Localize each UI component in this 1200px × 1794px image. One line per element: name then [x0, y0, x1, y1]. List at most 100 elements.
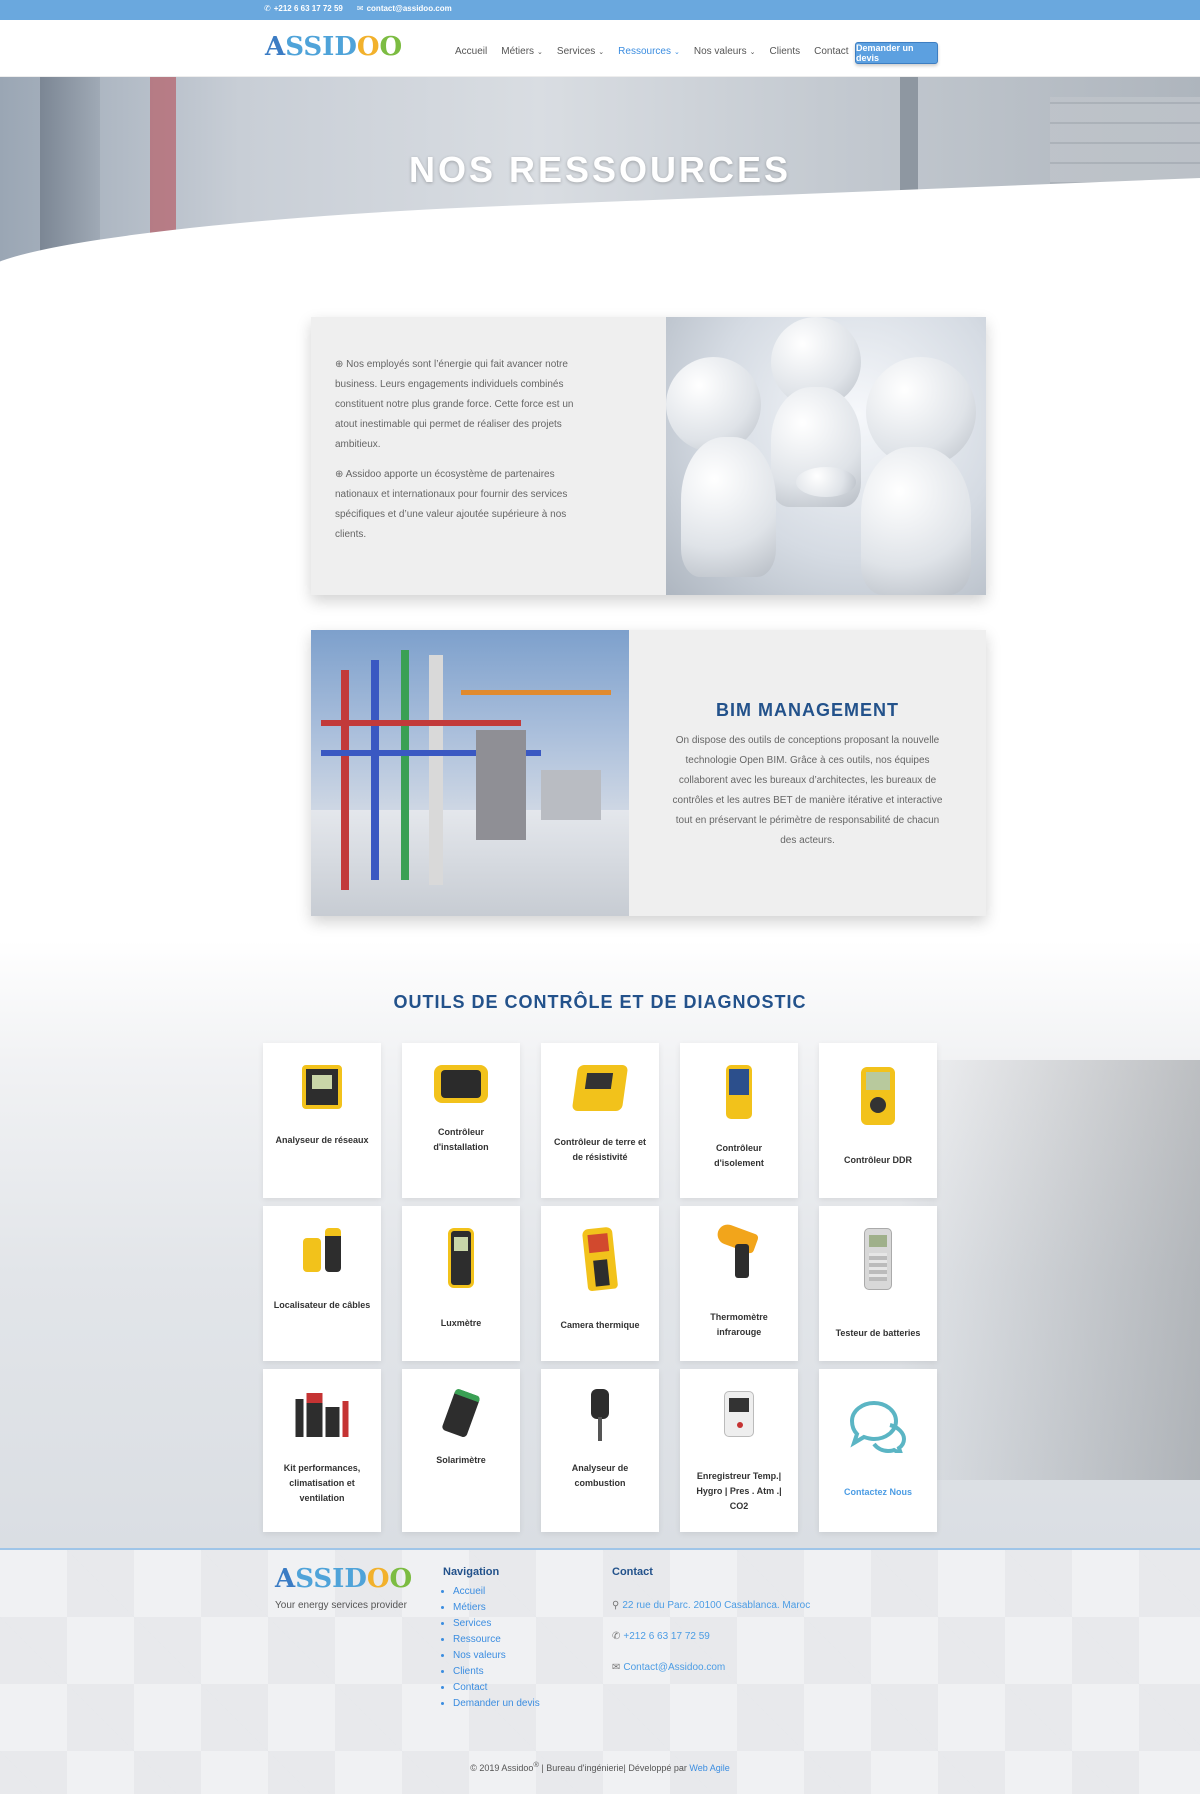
footer-nav-item[interactable]: Ressource: [453, 1632, 540, 1648]
tool-card[interactable]: Kit performances, climatisation et venti…: [263, 1369, 381, 1532]
footer-nav-item[interactable]: Demander un devis: [453, 1696, 540, 1712]
chevron-down-icon: ⌄: [537, 49, 543, 56]
topbar-phone[interactable]: ✆ +212 6 63 17 72 59: [264, 4, 343, 13]
cable-locator-icon: [303, 1228, 341, 1272]
chevron-down-icon: ⌄: [598, 49, 605, 56]
tool-label: Camera thermique: [560, 1320, 640, 1330]
bim-equipment: [541, 770, 601, 820]
envelope-icon: ✉: [356, 4, 364, 13]
tool-card[interactable]: Contrôleur de terre et de résistivité: [541, 1043, 659, 1198]
footer-logo[interactable]: ASSIDOO: [275, 1564, 412, 1594]
tools-title: OUTILS DE CONTRÔLE ET DE DIAGNOSTIC: [393, 992, 807, 1012]
nav-item-ressources[interactable]: Ressources ⌄: [618, 46, 680, 57]
team-paragraph-2: ⊕ Assidoo apporte un écosystème de parte…: [335, 469, 568, 540]
site-footer: ASSIDOO Your energy services provider Na…: [0, 1548, 1200, 1794]
tool-label: Analyseur de combustion: [571, 1463, 629, 1488]
bim-pipe: [321, 720, 521, 726]
site-header: ASSIDOO Accueil Métiers ⌄ Services ⌄ Ressourc…: [0, 20, 1200, 77]
topbar-email[interactable]: ✉ contact@assidoo.com: [357, 4, 452, 13]
tool-card[interactable]: Thermomètre infrarouge: [680, 1206, 798, 1361]
footer-nav-item[interactable]: Métiers: [453, 1600, 540, 1616]
tool-card[interactable]: Analyseur de réseaux: [263, 1043, 381, 1198]
top-bar: ✆ +212 6 63 17 72 59 ✉ contact@assidoo.com: [0, 0, 1200, 20]
team-section: ⊕ Nos employés sont l’énergie qui fait a…: [311, 317, 986, 595]
ir-thermometer-icon: [714, 1221, 761, 1278]
bim-title: BIM MANAGEMENT: [716, 700, 899, 720]
bim-pipe: [401, 650, 409, 880]
team-paragraph-1: ⊕ Nos employés sont l’énergie qui fait a…: [335, 359, 574, 450]
tool-card[interactable]: Testeur de batteries: [819, 1206, 937, 1361]
bim-pipe: [371, 660, 379, 880]
page-title: NOS RESSOURCES: [408, 149, 792, 190]
figure-body: [861, 447, 971, 595]
thermal-camera-icon: [581, 1226, 619, 1292]
tool-card[interactable]: Luxmètre: [402, 1206, 520, 1361]
footer-address: ⚲ 22 rue du Parc. 20100 Casablanca. Maroc: [612, 1600, 811, 1611]
bim-image: [311, 630, 629, 916]
footer-nav-item[interactable]: Nos valeurs: [453, 1648, 540, 1664]
footer-nav-list: AccueilMétiersServicesRessourceNos valeu…: [443, 1584, 540, 1712]
contact-us-card[interactable]: Contactez Nous: [819, 1369, 937, 1532]
tool-label: Contrôleur d'isolement: [714, 1143, 764, 1168]
nav-item-clients[interactable]: Clients: [770, 46, 801, 57]
tool-label: Contrôleur de terre et de résistivité: [553, 1137, 647, 1162]
tools-background-shade: [900, 1060, 1200, 1480]
footer-navigation: Navigation AccueilMétiersServicesRessour…: [443, 1566, 540, 1712]
insulation-tester-icon: [726, 1065, 752, 1119]
footer-nav-item[interactable]: Contact: [453, 1680, 540, 1696]
contact-us-link[interactable]: Contactez Nous: [829, 1485, 927, 1500]
earth-tester-icon: [571, 1065, 629, 1111]
bim-description: On dispose des outils de conceptions pro…: [672, 735, 943, 846]
rcd-tester-icon: [861, 1067, 895, 1125]
chevron-down-icon: ⌄: [673, 49, 680, 56]
nav-item-contact[interactable]: Contact: [814, 46, 848, 57]
figure-body: [681, 437, 776, 577]
solarimeter-icon: [441, 1387, 481, 1439]
combustion-analyzer-icon: [587, 1389, 613, 1441]
tool-card[interactable]: Enregistreur Temp.| Hygro | Pres . Atm .…: [680, 1369, 798, 1532]
tool-card[interactable]: Contrôleur DDR: [819, 1043, 937, 1198]
bim-section: BIM MANAGEMENT On dispose des outils de …: [311, 630, 986, 916]
nav-item-nos-valeurs[interactable]: Nos valeurs ⌄: [694, 46, 756, 57]
battery-tester-icon: [864, 1228, 892, 1290]
tool-card[interactable]: Localisateur de câbles: [263, 1206, 381, 1361]
tool-card[interactable]: Contrôleur d'installation: [402, 1043, 520, 1198]
footer-nav-item[interactable]: Accueil: [453, 1584, 540, 1600]
bim-content: BIM MANAGEMENT On dispose des outils de …: [629, 630, 986, 916]
footer-email[interactable]: ✉ Contact@Assidoo.com: [612, 1662, 810, 1673]
tool-label: Luxmètre: [440, 1318, 482, 1328]
chat-bubbles-icon: [846, 1399, 910, 1459]
envelope-icon: ✉: [612, 1662, 621, 1673]
figure-hands: [796, 467, 856, 497]
developer-link[interactable]: Web Agile: [689, 1763, 729, 1773]
footer-pattern: [0, 1550, 1200, 1794]
footer-tagline: Your energy services provider: [275, 1600, 407, 1611]
luxmeter-icon: [448, 1228, 474, 1288]
footer-contact-title: Contact: [612, 1566, 653, 1578]
footer-phone[interactable]: ✆ +212 6 63 17 72 59: [612, 1631, 810, 1642]
request-quote-button[interactable]: Demander un devis: [855, 42, 938, 64]
nav-item-services[interactable]: Services ⌄: [557, 46, 604, 57]
footer-nav-item[interactable]: Clients: [453, 1664, 540, 1680]
tool-card[interactable]: Camera thermique: [541, 1206, 659, 1361]
tool-card[interactable]: Analyseur de combustion: [541, 1369, 659, 1532]
location-pin-icon: ⚲: [612, 1600, 620, 1611]
nav-item-accueil[interactable]: Accueil: [455, 46, 487, 57]
teamwork-image: [666, 317, 986, 595]
hvac-kit-icon: [295, 1393, 349, 1437]
logo[interactable]: ASSIDOO: [265, 32, 402, 62]
tool-label: Analyseur de réseaux: [275, 1135, 369, 1145]
main-nav: Accueil Métiers ⌄ Services ⌄ Ressources ⌄ Nos v…: [455, 46, 849, 57]
bim-pipe: [461, 690, 611, 695]
tool-label: Thermomètre infrarouge: [710, 1312, 768, 1337]
tool-card[interactable]: Solarimètre: [402, 1369, 520, 1532]
chevron-down-icon: ⌄: [749, 49, 756, 56]
footer-nav-item[interactable]: Services: [453, 1616, 540, 1632]
footer-nav-title: Navigation: [443, 1566, 500, 1578]
phone-icon: ✆: [612, 1631, 621, 1642]
tool-label: Solarimètre: [436, 1455, 486, 1465]
team-text: ⊕ Nos employés sont l’énergie qui fait a…: [335, 355, 595, 555]
nav-item-m-tiers[interactable]: Métiers ⌄: [501, 46, 543, 57]
tool-label: Testeur de batteries: [835, 1328, 921, 1338]
tool-card[interactable]: Contrôleur d'isolement: [680, 1043, 798, 1198]
